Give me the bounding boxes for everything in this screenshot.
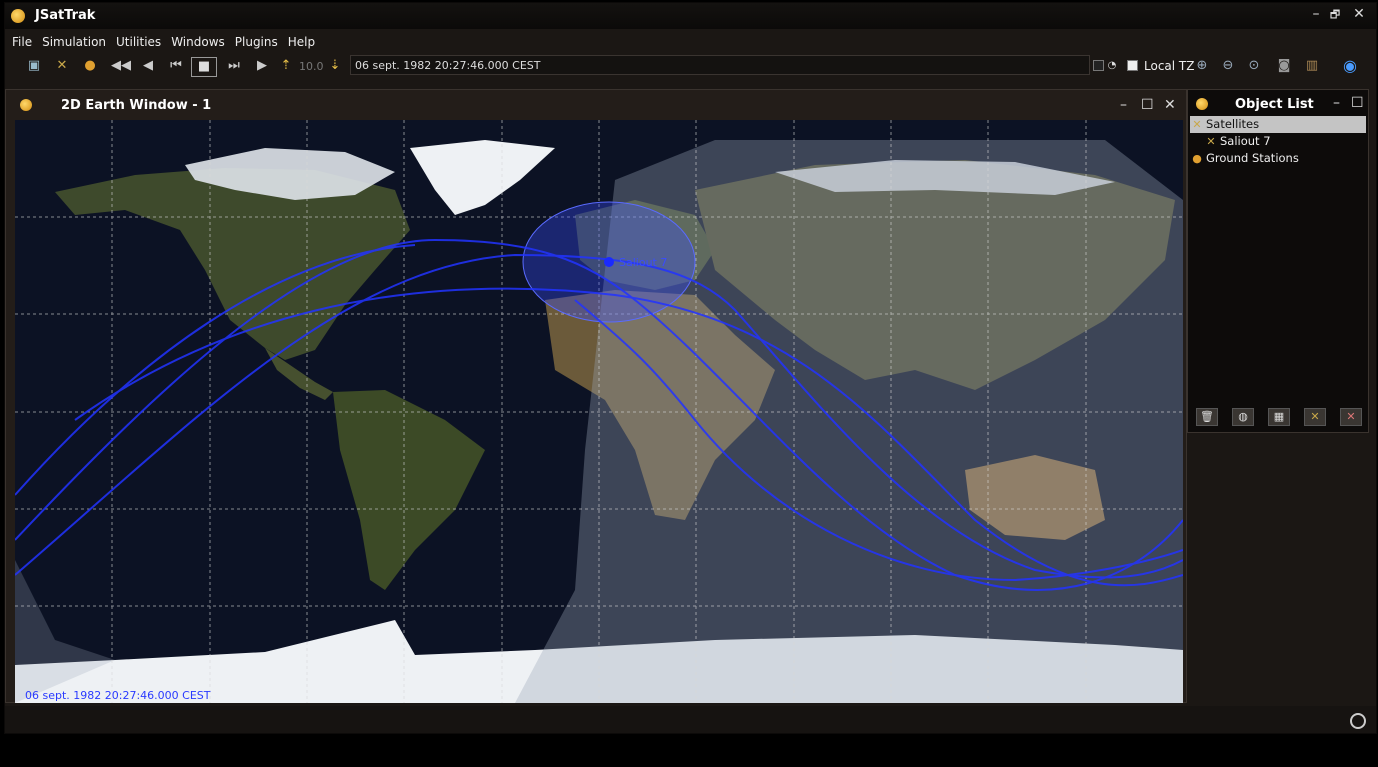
fast-rewind-icon[interactable]: ◀◀ bbox=[111, 57, 131, 75]
menu-windows[interactable]: Windows bbox=[168, 32, 228, 52]
restore-button[interactable]: 🗗 bbox=[1326, 6, 1344, 25]
menu-bar: File Simulation Utilities Windows Plugins Hel… bbox=[5, 31, 1376, 53]
menu-help[interactable]: Help bbox=[285, 32, 318, 52]
earth-window-title: 2D Earth Window - 1 bbox=[61, 98, 212, 113]
object-list-minimize-button[interactable]: – bbox=[1333, 95, 1340, 111]
earth-window-maximize-button[interactable]: ☐ bbox=[1141, 97, 1154, 113]
menu-file[interactable]: File bbox=[9, 32, 35, 52]
ground-station-icon: ● bbox=[1192, 152, 1202, 165]
object-list-title: Object List bbox=[1235, 97, 1314, 112]
camera-icon[interactable]: ◙ bbox=[1275, 57, 1293, 75]
object-list-logo-icon bbox=[1196, 98, 1208, 110]
delete-icon[interactable]: 🗑 bbox=[1196, 408, 1218, 426]
clock-icon: ◔ bbox=[1107, 60, 1117, 71]
earth-window: 2D Earth Window - 1 – ☐ ✕ Saliout 7 06 s… bbox=[5, 89, 1187, 703]
satellite-marker[interactable] bbox=[604, 257, 614, 267]
time-step-value: 10.0 bbox=[299, 60, 324, 73]
globe-icon[interactable]: ◉ bbox=[1341, 57, 1359, 75]
app-title: JSatTrak bbox=[35, 8, 96, 23]
object-list-maximize-button[interactable]: ☐ bbox=[1351, 95, 1364, 111]
status-bar bbox=[5, 706, 1376, 733]
remove-satellite-icon[interactable]: ✕ bbox=[1340, 408, 1362, 426]
zoom-reset-icon[interactable]: ⊙ bbox=[1245, 57, 1263, 75]
earth-window-close-button[interactable]: ✕ bbox=[1164, 97, 1176, 113]
app-window: JSatTrak – 🗗 ✕ File Simulation Utilities Wi… bbox=[5, 3, 1376, 733]
earth-window-minimize-button[interactable]: – bbox=[1120, 97, 1127, 113]
minimize-button[interactable]: – bbox=[1307, 6, 1325, 22]
realtime-checkbox[interactable] bbox=[1093, 60, 1104, 71]
object-tree: ✕ Satellites ✕ Saliout 7 ● Ground Stations bbox=[1190, 116, 1366, 167]
close-button[interactable]: ✕ bbox=[1350, 6, 1368, 22]
tree-item-satellites[interactable]: ✕ Satellites bbox=[1190, 116, 1366, 133]
earth-window-logo-icon bbox=[20, 99, 32, 111]
play-forward-icon[interactable]: ▶ bbox=[253, 57, 271, 75]
info-icon[interactable]: ▦ bbox=[1268, 408, 1290, 426]
current-time-field[interactable]: 06 sept. 1982 20:27:46.000 CEST bbox=[350, 55, 1090, 75]
ground-station-icon[interactable]: ● bbox=[81, 57, 99, 75]
world-map[interactable]: Saliout 7 06 sept. 1982 20:27:46.000 CES… bbox=[15, 120, 1183, 703]
status-indicator-icon bbox=[1350, 713, 1366, 729]
terminal-icon[interactable]: ▥ bbox=[1303, 57, 1321, 75]
decrease-step-icon[interactable]: ⇣ bbox=[326, 57, 344, 75]
zoom-out-icon[interactable]: ⊖ bbox=[1219, 57, 1237, 75]
menu-plugins[interactable]: Plugins bbox=[232, 32, 281, 52]
menu-utilities[interactable]: Utilities bbox=[113, 32, 164, 52]
title-bar: JSatTrak – 🗗 ✕ bbox=[5, 3, 1376, 29]
map-time-label: 06 sept. 1982 20:27:46.000 CEST bbox=[25, 689, 211, 702]
map-canvas: Saliout 7 bbox=[15, 120, 1183, 703]
tree-item-ground-stations[interactable]: ● Ground Stations bbox=[1190, 150, 1366, 167]
menu-simulation[interactable]: Simulation bbox=[39, 32, 109, 52]
satellite-icon: ✕ bbox=[1206, 135, 1216, 148]
local-tz-label: Local TZ bbox=[1144, 59, 1195, 73]
increase-step-icon[interactable]: ⇡ bbox=[277, 57, 295, 75]
local-tz-checkbox[interactable] bbox=[1127, 60, 1138, 71]
tree-item-label: Satellites bbox=[1206, 117, 1260, 131]
save-icon[interactable]: ▣ bbox=[25, 57, 43, 75]
toolbar: ▣ ✕ ● ◀◀ ◀ ⏮ ■ ⏭ ▶ ⇡ 10.0 ⇣ 06 sept. 198… bbox=[5, 53, 1376, 79]
play-backward-icon[interactable]: ◀ bbox=[139, 57, 157, 75]
app-logo-icon bbox=[11, 9, 25, 23]
tree-item-label: Saliout 7 bbox=[1220, 134, 1271, 148]
tree-item-label: Ground Stations bbox=[1206, 151, 1299, 165]
pause-icon[interactable]: ■ bbox=[191, 57, 217, 77]
satellite-icon: ✕ bbox=[1192, 118, 1202, 131]
step-forward-icon[interactable]: ⏭ bbox=[225, 57, 243, 75]
properties-icon[interactable]: ◍ bbox=[1232, 408, 1254, 426]
object-list-panel: Object List – ☐ ✕ Satellites ✕ Saliout 7 ●… bbox=[1187, 89, 1369, 433]
satellite-label: Saliout 7 bbox=[619, 256, 667, 269]
satellite-icon[interactable]: ✕ bbox=[53, 57, 71, 75]
add-satellite-icon[interactable]: ✕ bbox=[1304, 408, 1326, 426]
step-back-icon[interactable]: ⏮ bbox=[167, 57, 185, 75]
object-list-toolbar: 🗑 ◍ ▦ ✕ ✕ bbox=[1188, 402, 1368, 432]
zoom-in-icon[interactable]: ⊕ bbox=[1193, 57, 1211, 75]
tree-item-saliout-7[interactable]: ✕ Saliout 7 bbox=[1190, 133, 1366, 150]
